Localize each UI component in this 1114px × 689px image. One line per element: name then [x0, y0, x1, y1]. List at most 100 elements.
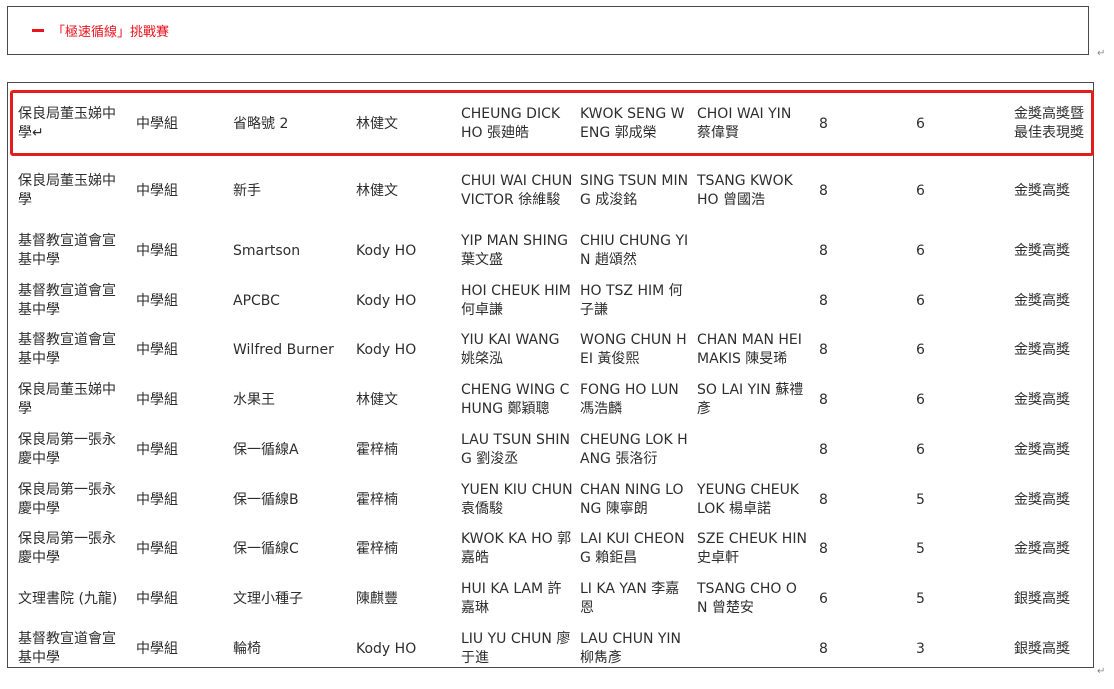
member1-cell: LAU TSUN SHING 劉浚丞 — [461, 432, 571, 467]
team-cell: Wilfred Burner — [233, 342, 334, 358]
member1-cell: CHUI WAI CHUN VICTOR 徐維駿 — [461, 173, 573, 208]
member2-cell: CHEUNG LOK HANG 張洛衍 — [580, 432, 688, 467]
table-row: 保良局第一張永慶中學 中學組 保一循線A 霍梓楠 LAU TSUN SHING 劉浚丞 C… — [8, 430, 1093, 470]
member2-cell: LI KA YAN 李嘉恩 — [580, 581, 680, 616]
award-cell: 金獎高獎 — [1014, 492, 1070, 508]
teacher-cell: Kody HO — [356, 243, 417, 259]
school-cell: 保良局董玉娣中學 — [18, 173, 116, 208]
member1-cell: LIU YU CHUN 廖于進 — [461, 631, 571, 666]
results-table: 保良局董玉娣中學↵ 中學組 省略號 2 林健文 CHEUNG DICK HO 張廸皓 KW… — [7, 82, 1094, 668]
member1-cell: HUI KA LAM 許嘉琳 — [461, 581, 562, 616]
member2-cell: CHAN NING LONG 陳寧朗 — [580, 482, 684, 517]
score2-cell: 5 — [916, 492, 925, 508]
team-cell: Smartson — [233, 243, 301, 259]
level-cell: 中學組 — [136, 591, 178, 607]
level-cell: 中學組 — [136, 492, 178, 508]
score1-cell: 8 — [819, 183, 828, 199]
table-row: 基督教宣道會宣基中學 中學組 APCBC Kody HO HOI CHEUK HIM 何… — [8, 281, 1093, 321]
score2-cell: 5 — [916, 541, 925, 557]
score2-cell: 6 — [916, 442, 925, 458]
member2-cell: SING TSUN MING 成浚銘 — [580, 173, 689, 208]
award-cell: 金獎高獎 — [1014, 183, 1070, 199]
team-cell: 保一循線B — [233, 492, 299, 508]
section-title: 「極速循線」挑戰賽 — [52, 25, 170, 40]
level-cell: 中學組 — [136, 641, 178, 657]
header-box: 「極速循線」挑戰賽 — [7, 6, 1089, 55]
award-cell: 金獎高獎 — [1014, 442, 1070, 458]
paragraph-mark-icon: ↵ — [1097, 666, 1106, 677]
score2-cell: 6 — [916, 183, 925, 199]
score1-cell: 8 — [819, 293, 828, 309]
score1-cell: 8 — [819, 342, 828, 358]
award-cell: 銀獎高獎 — [1014, 591, 1070, 607]
level-cell: 中學組 — [136, 342, 178, 358]
teacher-cell: Kody HO — [356, 293, 417, 309]
team-cell: 保一循線A — [233, 442, 299, 458]
team-cell: 輪椅 — [233, 641, 261, 657]
teacher-cell: Kody HO — [356, 641, 417, 657]
teacher-cell: 霍梓楠 — [356, 492, 398, 508]
member2-cell: LAU CHUN YIN 柳雋彥 — [580, 631, 682, 666]
score1-cell: 8 — [819, 243, 828, 259]
score1-cell: 8 — [819, 541, 828, 557]
team-cell: 新手 — [233, 183, 261, 199]
paragraph-mark-icon: ↵ — [1097, 48, 1106, 59]
school-cell: 基督教宣道會宣基中學 — [18, 332, 116, 367]
school-cell: 文理書院 (九龍) — [18, 591, 118, 607]
school-cell: 保良局董玉娣中學 — [18, 382, 116, 417]
table-row: 文理書院 (九龍) 中學組 文理小種子 陳麒豐 HUI KA LAM 許嘉琳 LI KA … — [8, 579, 1093, 619]
member3-cell: SO LAI YIN 蘇禮彥 — [697, 382, 804, 417]
score2-cell: 5 — [916, 591, 925, 607]
member1-cell: KWOK KA HO 郭嘉皓 — [461, 531, 572, 566]
team-cell: 保一循線C — [233, 541, 299, 557]
score1-cell: 8 — [819, 442, 828, 458]
award-cell: 金獎高獎 — [1014, 342, 1070, 358]
table-row: 基督教宣道會宣基中學 中學組 Wilfred Burner Kody HO YIU KA… — [8, 330, 1093, 370]
table-row: 基督教宣道會宣基中學 中學組 Smartson Kody HO YIP MAN SHIN… — [8, 231, 1093, 271]
score2-cell: 6 — [916, 293, 925, 309]
member2-cell: LAI KUI CHEONG 賴鉅昌 — [580, 531, 685, 566]
level-cell: 中學組 — [136, 392, 178, 408]
member1-cell: CHENG WING CHUNG 鄭穎聰 — [461, 382, 570, 417]
member3-cell: TSANG CHO ON 曾楚安 — [697, 581, 797, 616]
score2-cell: 6 — [916, 392, 925, 408]
score2-cell: 6 — [916, 342, 925, 358]
school-cell: 保良局第一張永慶中學 — [18, 432, 116, 467]
table-row: 保良局第一張永慶中學 中學組 保一循線C 霍梓楠 KWOK KA HO 郭嘉皓 LAI K… — [8, 529, 1093, 569]
teacher-cell: 林健文 — [356, 183, 398, 199]
level-cell: 中學組 — [136, 541, 178, 557]
teacher-cell: 林健文 — [356, 392, 398, 408]
award-cell: 金獎高獎 — [1014, 392, 1070, 408]
school-cell: 保良局第一張永慶中學 — [18, 531, 116, 566]
member2-cell: HO TSZ HIM 何子謙 — [580, 283, 683, 318]
award-cell: 銀獎高獎 — [1014, 641, 1070, 657]
teacher-cell: 霍梓楠 — [356, 541, 398, 557]
member3-cell: TSANG KWOK HO 曾國浩 — [697, 173, 793, 208]
teacher-cell: 霍梓楠 — [356, 442, 398, 458]
score2-cell: 3 — [916, 641, 925, 657]
table-row: 保良局董玉娣中學 中學組 新手 林健文 CHUI WAI CHUN VICTOR 徐維駿… — [8, 161, 1093, 221]
award-cell: 金獎高獎 — [1014, 293, 1070, 309]
member3-cell: SZE CHEUK HIN 史卓軒 — [697, 531, 807, 566]
member1-cell: YUEN KIU CHUN 袁僑駿 — [461, 482, 573, 517]
member1-cell: HOI CHEUK HIM 何卓謙 — [461, 283, 571, 318]
member2-cell: CHIU CHUNG YIN 趙頌然 — [580, 233, 689, 268]
score1-cell: 6 — [819, 591, 828, 607]
team-cell: APCBC — [233, 293, 280, 309]
award-cell: 金獎高獎 — [1014, 541, 1070, 557]
score2-cell: 6 — [916, 243, 925, 259]
member1-cell: YIU KAI WANG 姚棨泓 — [461, 332, 560, 367]
member2-cell: FONG HO LUN 馮浩麟 — [580, 382, 679, 417]
score1-cell: 8 — [819, 392, 828, 408]
score1-cell: 8 — [819, 641, 828, 657]
level-cell: 中學組 — [136, 243, 178, 259]
table-row: 基督教宣道會宣基中學 中學組 輪椅 Kody HO LIU YU CHUN 廖于進 LAU… — [8, 629, 1093, 667]
teacher-cell: 陳麒豐 — [356, 591, 398, 607]
school-cell: 基督教宣道會宣基中學 — [18, 283, 116, 318]
table-row: 保良局第一張永慶中學 中學組 保一循線B 霍梓楠 YUEN KIU CHUN 袁僑駿 CH… — [8, 480, 1093, 520]
team-cell: 水果王 — [233, 392, 275, 408]
level-cell: 中學組 — [136, 183, 178, 199]
teacher-cell: Kody HO — [356, 342, 417, 358]
score1-cell: 8 — [819, 492, 828, 508]
school-cell: 保良局第一張永慶中學 — [18, 482, 116, 517]
